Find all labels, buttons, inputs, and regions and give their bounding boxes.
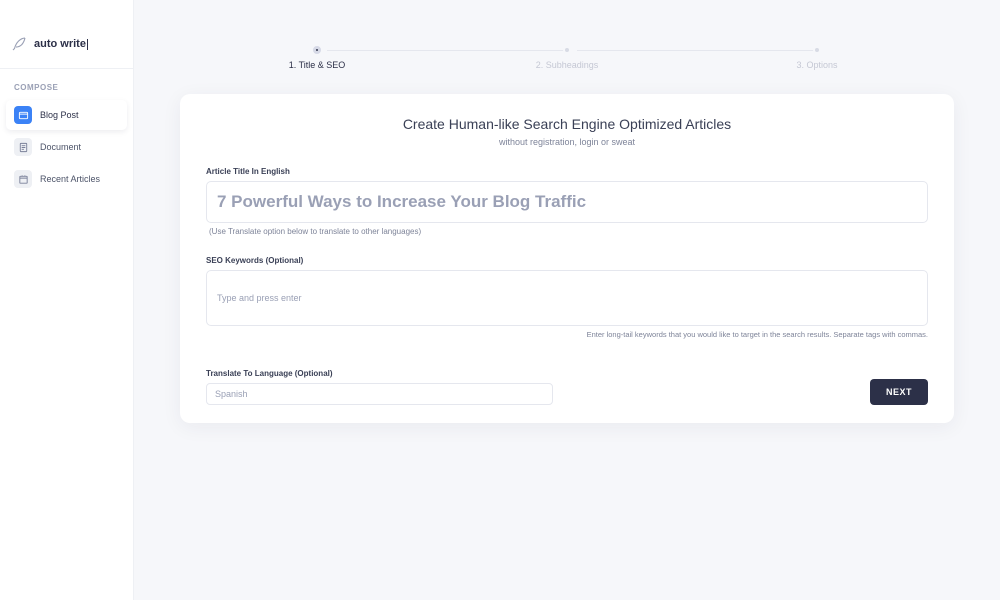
step-title-seo[interactable]: 1. Title & SEO [192, 46, 442, 70]
main-content: 1. Title & SEO 2. Subheadings 3. Options… [134, 0, 1000, 600]
step-dot-icon [563, 46, 571, 54]
document-icon [14, 138, 32, 156]
step-options[interactable]: 3. Options [692, 46, 942, 70]
sidebar-item-blog-post[interactable]: Blog Post [6, 100, 127, 130]
sidebar-item-document[interactable]: Document [6, 132, 127, 162]
page-title: Create Human-like Search Engine Optimize… [206, 116, 928, 132]
sidebar-item-recent-articles[interactable]: Recent Articles [6, 164, 127, 194]
keywords-input[interactable]: Type and press enter [206, 270, 928, 326]
step-label: 1. Title & SEO [289, 60, 346, 70]
recent-icon [14, 170, 32, 188]
blog-post-icon [14, 106, 32, 124]
cursor-icon [87, 39, 88, 50]
form-card: Create Human-like Search Engine Optimize… [180, 94, 954, 423]
brand-name: auto write [34, 38, 86, 50]
next-button[interactable]: NEXT [870, 379, 928, 405]
stepper: 1. Title & SEO 2. Subheadings 3. Options [160, 0, 974, 82]
sidebar-item-label: Blog Post [40, 110, 79, 120]
title-field-hint: (Use Translate option below to translate… [206, 227, 928, 236]
step-dot-icon [813, 46, 821, 54]
step-dot-icon [313, 46, 321, 54]
article-title-input[interactable] [206, 181, 928, 223]
sidebar-section-label: COMPOSE [0, 69, 133, 98]
sidebar-item-label: Recent Articles [40, 174, 100, 184]
sidebar-item-label: Document [40, 142, 81, 152]
title-field-label: Article Title In English [206, 167, 928, 176]
sidebar: auto write COMPOSE Blog Post Document Re… [0, 0, 134, 600]
feather-icon [10, 34, 28, 54]
language-input[interactable] [206, 383, 553, 405]
keywords-field-hint: Enter long-tail keywords that you would … [206, 330, 928, 339]
page-subtitle: without registration, login or sweat [206, 137, 928, 147]
step-label: 3. Options [796, 60, 837, 70]
brand-logo: auto write [0, 28, 133, 69]
step-label: 2. Subheadings [536, 60, 599, 70]
language-field-label: Translate To Language (Optional) [206, 369, 553, 378]
keywords-field-label: SEO Keywords (Optional) [206, 256, 928, 265]
step-subheadings[interactable]: 2. Subheadings [442, 46, 692, 70]
